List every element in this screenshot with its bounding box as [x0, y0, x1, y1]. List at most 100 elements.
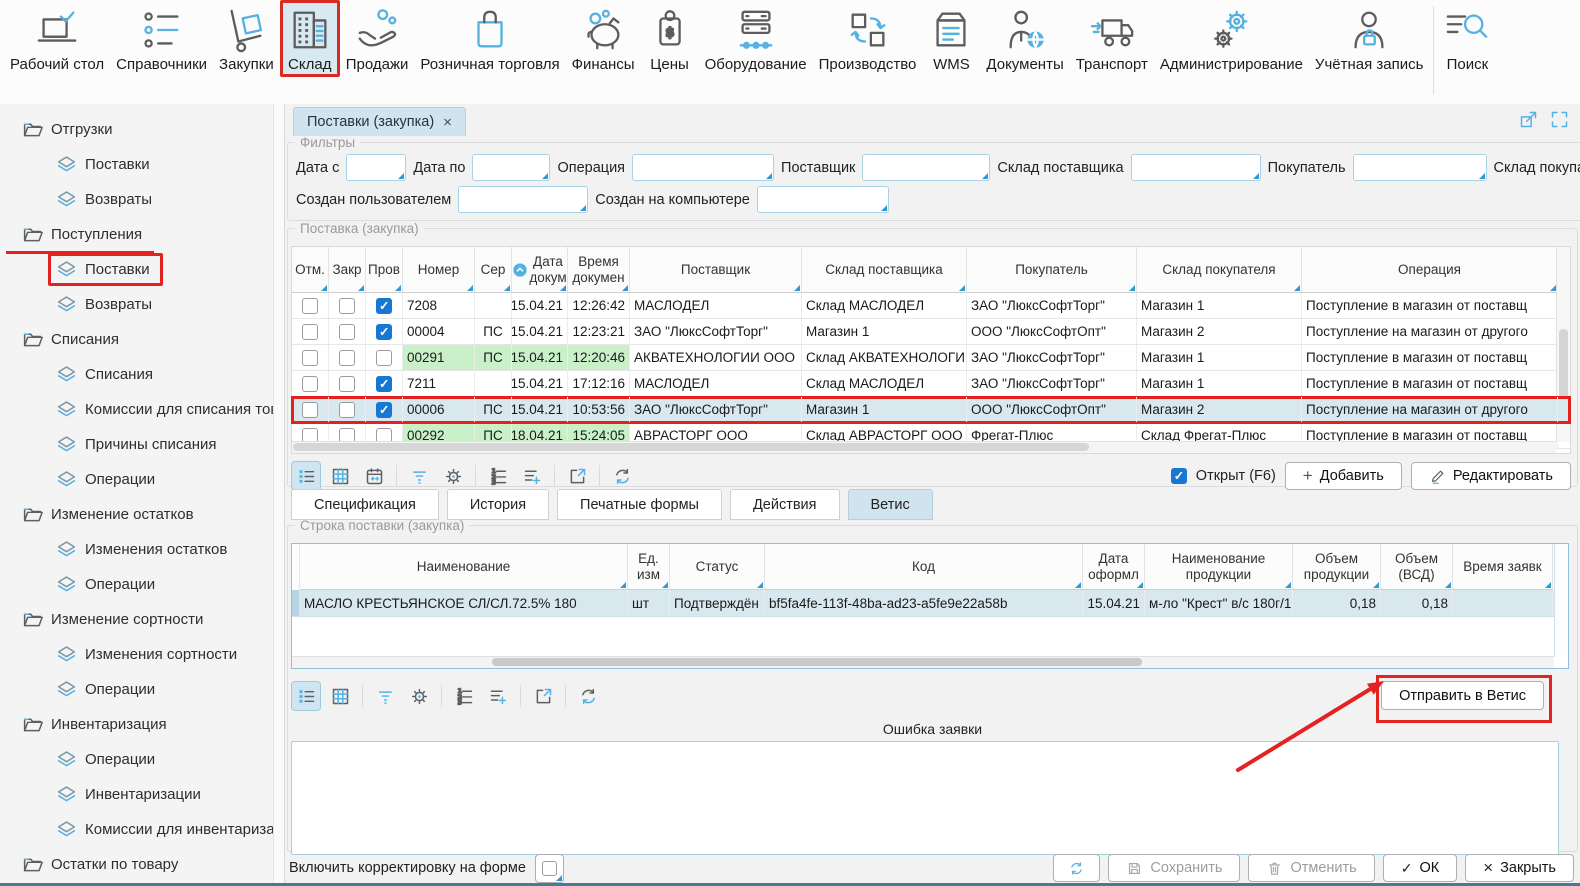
- sidebar-item[interactable]: Комиссии для списания товар: [0, 392, 284, 427]
- app-menu-retail[interactable]: Розничная торговля: [414, 0, 565, 77]
- open-external-button[interactable]: [562, 461, 592, 491]
- column-header[interactable]: Покупатель: [967, 247, 1137, 293]
- app-menu-catalogs[interactable]: Справочники: [110, 0, 213, 77]
- sidebar-item[interactable]: Инвентаризация: [0, 707, 284, 742]
- column-header[interactable]: Объем (ВСД): [1381, 544, 1453, 590]
- row-checkbox[interactable]: [376, 298, 392, 314]
- row-checkbox[interactable]: [339, 324, 355, 340]
- column-header[interactable]: Ед. изм: [628, 544, 670, 590]
- filter-input[interactable]: [473, 155, 549, 180]
- row-checkbox[interactable]: [339, 376, 355, 392]
- column-header[interactable]: Номер: [403, 247, 475, 293]
- filter-button[interactable]: [370, 681, 400, 711]
- grid-button[interactable]: [325, 681, 355, 711]
- filter-button[interactable]: [404, 461, 434, 491]
- column-header[interactable]: Время заявк: [1453, 544, 1553, 590]
- tab-close-icon[interactable]: ×: [443, 114, 452, 131]
- row-checkbox[interactable]: [302, 350, 318, 366]
- row-checkbox[interactable]: [376, 324, 392, 340]
- column-header[interactable]: Дата докум: [512, 247, 568, 293]
- supply-row[interactable]: 00006ПС15.04.2110:53:56ЗАО "ЛюксСофтТорг…: [292, 397, 1570, 423]
- row-checkbox[interactable]: [339, 402, 355, 418]
- sidebar-item[interactable]: Изменения остатков: [0, 532, 284, 567]
- sidebar-item[interactable]: Изменение остатков: [0, 497, 284, 532]
- row-checkbox[interactable]: [376, 376, 392, 392]
- filter-input[interactable]: [758, 187, 888, 212]
- filter-input[interactable]: [1354, 155, 1486, 180]
- supply-row[interactable]: 720815.04.2112:26:42МАСЛОДЕЛСклад МАСЛОД…: [292, 293, 1570, 319]
- app-menu-wms[interactable]: WMS: [922, 0, 980, 77]
- column-header[interactable]: Пров: [366, 247, 403, 293]
- row-checkbox[interactable]: [302, 376, 318, 392]
- close-button[interactable]: Закрыть: [1465, 854, 1574, 882]
- row-checkbox[interactable]: [302, 402, 318, 418]
- app-menu-purchases[interactable]: Закупки: [213, 0, 280, 77]
- sidebar-item[interactable]: Изменения сортности: [0, 637, 284, 672]
- sidebar-item[interactable]: Поступления: [0, 217, 284, 252]
- app-menu-documents[interactable]: Документы: [980, 0, 1069, 77]
- add-button[interactable]: Добавить: [1285, 462, 1402, 490]
- send-to-vetis-button[interactable]: Отправить в Ветис: [1381, 681, 1544, 710]
- tab-supplies-purchase[interactable]: Поставки (закупка) ×: [293, 107, 466, 136]
- calendar-button[interactable]: [359, 461, 389, 491]
- list-add-button[interactable]: [483, 681, 513, 711]
- sidebar-item[interactable]: Комиссии для инвентаризаци: [0, 812, 284, 847]
- column-header[interactable]: Закр: [329, 247, 366, 293]
- column-header[interactable]: Код: [765, 544, 1083, 590]
- list-add-button[interactable]: [517, 461, 547, 491]
- numbered-list-button[interactable]: 123: [483, 461, 513, 491]
- cancel-button[interactable]: Отменить: [1248, 854, 1374, 882]
- horizontal-scrollbar[interactable]: [292, 656, 1554, 668]
- app-menu-account[interactable]: Учётная запись: [1309, 0, 1430, 77]
- column-header[interactable]: Поставщик: [630, 247, 802, 293]
- horizontal-scrollbar[interactable]: [292, 441, 1556, 453]
- sidebar-item[interactable]: Поставки: [0, 252, 284, 287]
- sidebar-item[interactable]: Операции: [0, 462, 284, 497]
- correction-checkbox[interactable]: [535, 854, 564, 883]
- sidebar-item[interactable]: Списания: [0, 357, 284, 392]
- sidebar-item[interactable]: Возвраты: [0, 287, 284, 322]
- column-header[interactable]: Объем продукции: [1293, 544, 1381, 590]
- row-checkbox[interactable]: [339, 350, 355, 366]
- row-checkbox[interactable]: [339, 298, 355, 314]
- list-view-button[interactable]: [291, 461, 321, 491]
- row-checkbox[interactable]: [302, 298, 318, 314]
- filter-input[interactable]: [459, 187, 587, 212]
- app-menu-administration[interactable]: Администрирование: [1154, 0, 1309, 77]
- request-error-textarea[interactable]: [291, 741, 1559, 855]
- list-view-button[interactable]: [291, 681, 321, 711]
- sidebar-item[interactable]: Изменение сортности: [0, 602, 284, 637]
- app-menu-search[interactable]: Поиск: [1438, 0, 1496, 77]
- filter-input[interactable]: [347, 155, 405, 180]
- open-external-button[interactable]: [528, 681, 558, 711]
- refresh-button[interactable]: [573, 681, 603, 711]
- gear-button[interactable]: [438, 461, 468, 491]
- sidebar-item[interactable]: Остатки по товару: [0, 847, 284, 882]
- app-menu-sales[interactable]: Продажи: [340, 0, 415, 77]
- sidebar-item[interactable]: Операции: [0, 567, 284, 602]
- sidebar-item[interactable]: Операции: [0, 742, 284, 777]
- detail-tab[interactable]: Действия: [730, 489, 840, 520]
- sidebar-item[interactable]: Списания: [0, 322, 284, 357]
- popout-button[interactable]: [1518, 109, 1539, 135]
- filter-input[interactable]: [1132, 155, 1260, 180]
- row-checkbox[interactable]: [302, 324, 318, 340]
- numbered-list-button[interactable]: 123: [449, 681, 479, 711]
- filter-input[interactable]: [633, 155, 773, 180]
- column-header[interactable]: Сер: [475, 247, 512, 293]
- edit-button[interactable]: Редактировать: [1411, 462, 1571, 490]
- sidebar-item[interactable]: Причины списания: [0, 427, 284, 462]
- sidebar-item[interactable]: Отгрузки: [0, 112, 284, 147]
- supply-line-row[interactable]: МАСЛО КРЕСТЬЯНСКОЕ СЛ/СЛ.72.5% 180штПодт…: [292, 590, 1568, 617]
- column-header[interactable]: Отм.: [292, 247, 329, 293]
- column-header[interactable]: Склад покупателя: [1137, 247, 1302, 293]
- app-menu-warehouse[interactable]: Склад: [280, 0, 340, 77]
- sidebar-item[interactable]: Операции: [0, 672, 284, 707]
- column-header[interactable]: Операция: [1302, 247, 1558, 293]
- supply-row[interactable]: 721115.04.2117:12:16МАСЛОДЕЛСклад МАСЛОД…: [292, 371, 1570, 397]
- detail-tab[interactable]: Печатные формы: [557, 489, 722, 520]
- row-checkbox[interactable]: [376, 350, 392, 366]
- app-menu-equipment[interactable]: Оборудование: [699, 0, 813, 77]
- column-header[interactable]: Время докумен: [568, 247, 630, 293]
- detail-tab[interactable]: История: [447, 489, 549, 520]
